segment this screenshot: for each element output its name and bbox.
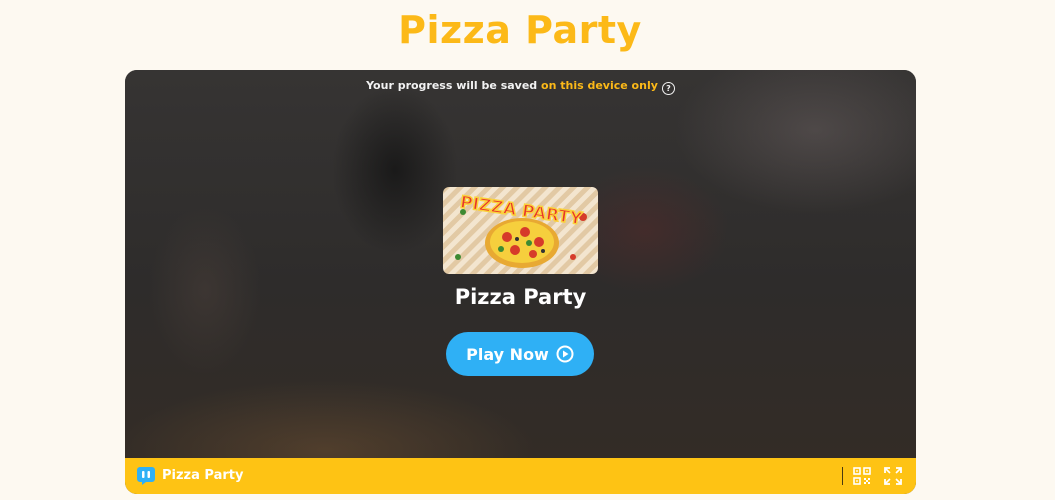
qr-code-icon[interactable] [853,467,871,485]
fullscreen-icon[interactable] [884,467,902,485]
play-icon [556,345,574,363]
play-now-label: Play Now [466,344,549,364]
help-icon[interactable]: ? [661,82,675,95]
bar-title: Pizza Party [162,468,244,483]
progress-note-text: Your progress will be saved [366,79,542,92]
progress-note-accent: on this device only [541,79,658,92]
page-title: Pizza Party [398,8,642,52]
app-logo-icon [137,467,155,485]
bottom-bar: Pizza Party [125,458,916,494]
game-name: Pizza Party [454,285,587,309]
bar-divider [842,467,843,485]
game-thumbnail: PIZZA PARTY [443,187,598,274]
play-now-button[interactable]: Play Now [446,332,594,376]
progress-note: Your progress will be saved on this devi… [125,79,916,95]
game-frame: Your progress will be saved on this devi… [125,70,916,494]
